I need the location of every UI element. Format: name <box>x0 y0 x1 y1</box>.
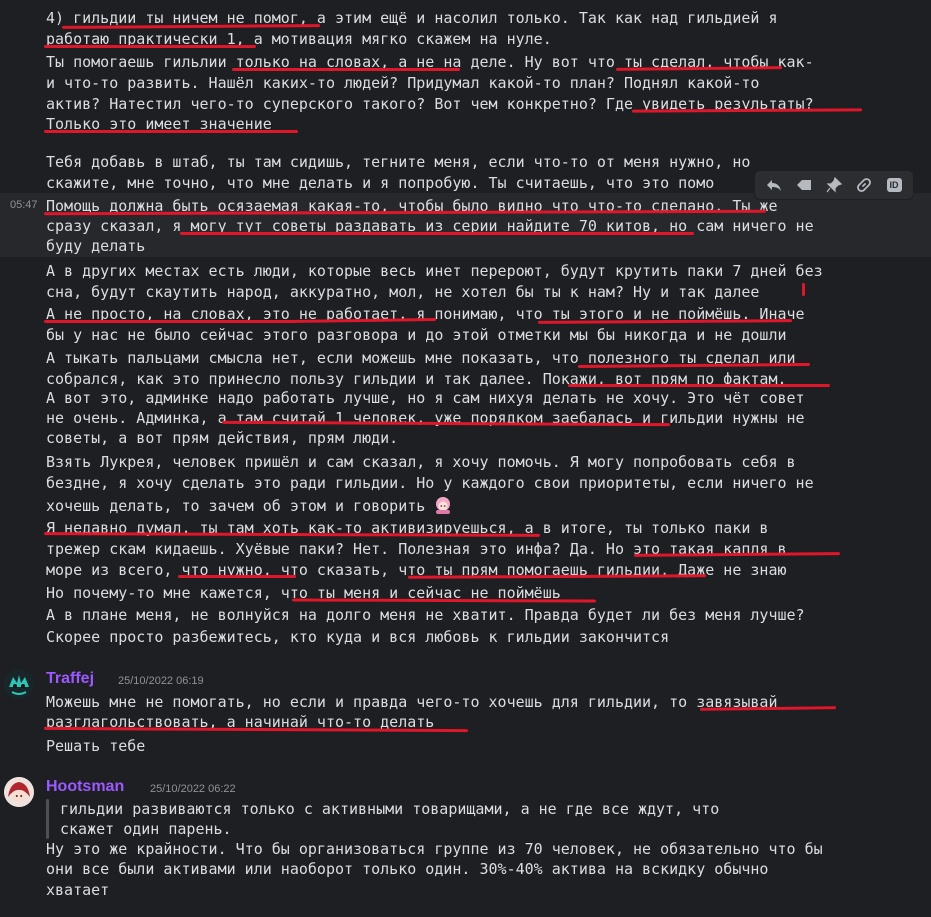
annotation-underline <box>44 130 298 133</box>
message-timestamp: 25/10/2022 06:19 <box>118 675 204 687</box>
message-line: не очень. Админка, а там считай 1 челове… <box>46 409 805 427</box>
username-traffej[interactable]: Traffej <box>46 670 94 688</box>
message-line: бездне, я хочу сделать это ради гильдии.… <box>46 474 814 492</box>
message-line: Ну это же крайности. Что бы организовать… <box>46 840 823 858</box>
message-line: буду делать <box>46 237 146 255</box>
message-text: хочешь делать, то зачем об этом и говори… <box>46 497 426 515</box>
message-line: скажите, мне точно, что мне делать и я п… <box>46 174 715 192</box>
chat-window: { "colors": {"background": "#1e1f22", "t… <box>0 0 931 917</box>
annotation-underline <box>44 45 256 48</box>
message-line: Можешь мне не помогать, но если и правда… <box>46 693 778 711</box>
message-line: А вот это, админке надо работать лучше, … <box>46 389 805 407</box>
message-line: Решать тебе <box>46 737 146 755</box>
id-label: ID <box>886 178 902 192</box>
avatar-image <box>4 669 34 699</box>
hover-timestamp: 05:47 <box>10 199 38 211</box>
message-line: Взять Лукрея, человек пришёл и сам сказа… <box>46 453 796 471</box>
copy-id-button[interactable]: ID <box>883 174 905 196</box>
tag-icon[interactable] <box>793 174 815 196</box>
link-icon[interactable] <box>853 174 875 196</box>
message-line: хочешь делать, то зачем об этом и говори… <box>46 496 452 516</box>
annotation-underline <box>568 384 830 387</box>
message-timestamp: 25/10/2022 06:22 <box>150 783 236 795</box>
message-line: они все были активами или наоборот тольк… <box>46 860 769 878</box>
username-hootsman[interactable]: Hootsman <box>46 778 124 796</box>
avatar-traffej[interactable] <box>4 669 34 699</box>
annotation-underline <box>44 320 296 323</box>
message-line: Скорее просто разбежитесь, кто куда и вс… <box>46 628 670 646</box>
message-line: хватает <box>46 881 110 899</box>
message-line: советы, а вот прям действия, прям люди. <box>46 429 399 447</box>
pin-icon[interactable] <box>823 174 845 196</box>
quote-line: скажет один парень. <box>60 820 232 838</box>
quote-line: гильдии развиваются только с активными т… <box>60 800 720 818</box>
message-line: А в других местах есть люди, которые вес… <box>46 262 823 280</box>
avatar-image <box>4 777 34 807</box>
annotation-underline <box>178 575 296 578</box>
anime-girl-emoji-icon <box>436 497 451 514</box>
message-line: сна, будут скаутить народ, аккуратно, мо… <box>46 283 760 301</box>
message-line: Тебя добавь в штаб, ты там сидишь, тегни… <box>46 153 751 171</box>
message-line: А в плане меня, не волнуйся на долго мен… <box>46 606 805 624</box>
message-line: и что-то развить. Нашёл каких-то людей? … <box>46 74 760 92</box>
reply-icon[interactable] <box>763 174 785 196</box>
annotation-underline <box>631 108 863 113</box>
quote-bar <box>46 799 49 839</box>
annotation-mark <box>802 283 805 296</box>
annotation-underline <box>232 68 460 71</box>
message-action-toolbar: ID <box>754 170 914 200</box>
avatar-hootsman[interactable] <box>4 777 34 807</box>
message-line: бы у нас не было сейчас этого разговора … <box>46 326 787 344</box>
annotation-underline <box>180 232 694 235</box>
